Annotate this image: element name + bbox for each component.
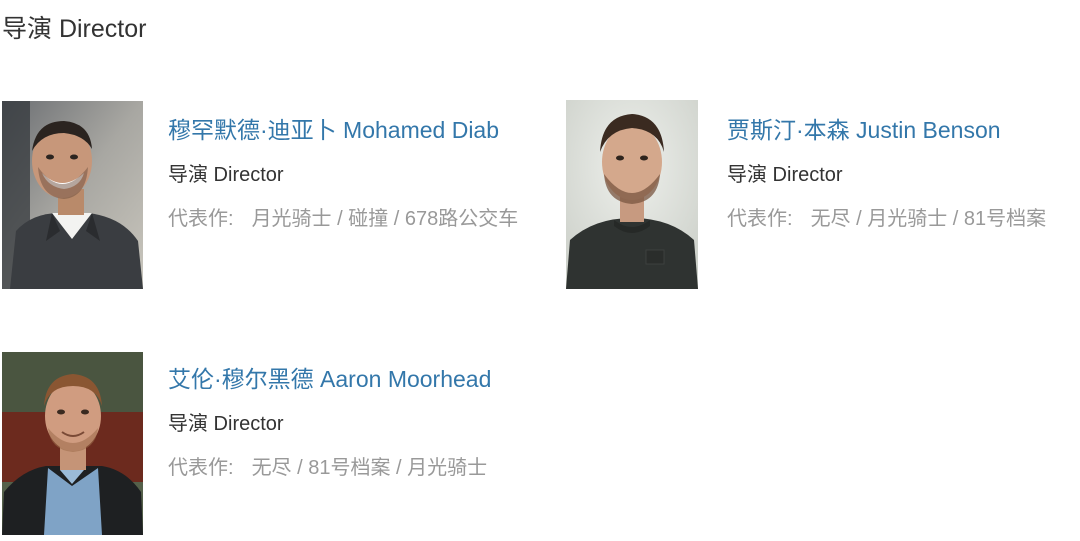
representative-works: 代表作: 无尽 / 月光骑士 / 81号档案 (727, 206, 1046, 232)
portrait-image (566, 100, 698, 289)
director-info: 穆罕默德·迪亚卜 Mohamed Diab 导演 Director 代表作: 月光… (168, 115, 518, 232)
director-name-link[interactable]: 艾伦·穆尔黑德 Aaron Moorhead (168, 364, 491, 394)
work-separator: / (291, 457, 309, 479)
director-name-link[interactable]: 贾斯汀·本森 Justin Benson (727, 115, 1046, 145)
works-label: 代表作: (168, 208, 234, 230)
work-link[interactable]: 81号档案 (308, 457, 390, 479)
work-link[interactable]: 无尽 (252, 457, 292, 479)
work-link[interactable]: 碰撞 (348, 208, 388, 230)
director-role: 导演 Director (727, 164, 843, 186)
portrait-image (2, 352, 143, 535)
section-title: 导演 Director (2, 15, 147, 43)
representative-works: 代表作: 月光骑士 / 碰撞 / 678路公交车 (168, 206, 518, 232)
work-link[interactable]: 月光骑士 (867, 208, 947, 230)
director-photo[interactable] (2, 101, 143, 289)
works-label: 代表作: (727, 208, 793, 230)
work-link[interactable]: 月光骑士 (407, 457, 487, 479)
portrait-image (2, 101, 143, 289)
work-link[interactable]: 无尽 (811, 208, 851, 230)
director-photo[interactable] (2, 352, 143, 535)
work-separator: / (947, 208, 964, 230)
director-photo[interactable] (566, 100, 698, 289)
director-role: 导演 Director (168, 413, 284, 435)
work-link[interactable]: 678路公交车 (405, 208, 518, 230)
director-role: 导演 Director (168, 164, 284, 186)
work-separator: / (850, 208, 868, 230)
work-link[interactable]: 81号档案 (964, 208, 1046, 230)
works-label: 代表作: (168, 457, 234, 479)
director-info: 艾伦·穆尔黑德 Aaron Moorhead 导演 Director 代表作: 无… (168, 364, 491, 481)
director-info: 贾斯汀·本森 Justin Benson 导演 Director 代表作: 无尽 … (727, 115, 1046, 232)
work-separator: / (331, 208, 349, 230)
work-separator: / (390, 457, 408, 479)
director-name-link[interactable]: 穆罕默德·迪亚卜 Mohamed Diab (168, 115, 518, 145)
work-link[interactable]: 月光骑士 (252, 208, 332, 230)
work-separator: / (388, 208, 405, 230)
representative-works: 代表作: 无尽 / 81号档案 / 月光骑士 (168, 455, 491, 481)
